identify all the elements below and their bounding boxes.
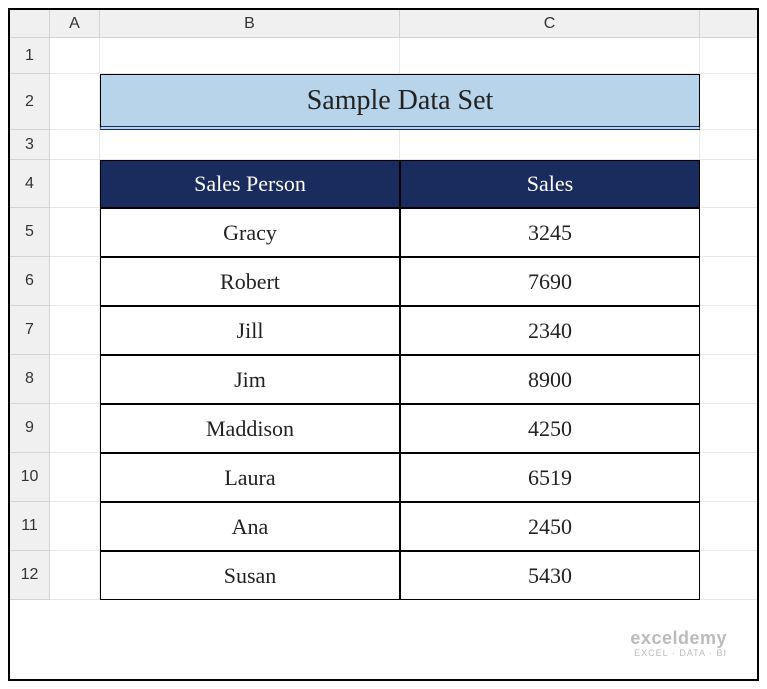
table-row[interactable]: 4250	[400, 404, 700, 453]
cell-A11[interactable]	[50, 502, 100, 551]
row-header-2[interactable]: 2	[10, 74, 50, 130]
cell-A12[interactable]	[50, 551, 100, 600]
cell-A2[interactable]	[50, 74, 100, 130]
row-header-7[interactable]: 7	[10, 306, 50, 355]
table-row[interactable]: 2340	[400, 306, 700, 355]
watermark-subtext: EXCEL · DATA · BI	[630, 649, 727, 659]
cell-A7[interactable]	[50, 306, 100, 355]
cell-D11[interactable]	[700, 502, 759, 551]
cell-A1[interactable]	[50, 38, 100, 74]
cell-A8[interactable]	[50, 355, 100, 404]
table-row[interactable]: 2450	[400, 502, 700, 551]
cell-D7[interactable]	[700, 306, 759, 355]
spreadsheet-grid: A B C 1 2 Sample Data Set 3 4 Sales Pers…	[10, 10, 757, 600]
cell-D4[interactable]	[700, 160, 759, 208]
table-row[interactable]: 6519	[400, 453, 700, 502]
cell-D6[interactable]	[700, 257, 759, 306]
cell-A4[interactable]	[50, 160, 100, 208]
cell-D3[interactable]	[700, 130, 759, 160]
col-header-blank[interactable]	[700, 10, 759, 38]
row-header-12[interactable]: 12	[10, 551, 50, 600]
watermark-text: exceldemy	[630, 629, 727, 649]
table-row[interactable]: 5430	[400, 551, 700, 600]
row-header-11[interactable]: 11	[10, 502, 50, 551]
table-row[interactable]: 8900	[400, 355, 700, 404]
watermark: exceldemy EXCEL · DATA · BI	[630, 629, 727, 659]
cell-D10[interactable]	[700, 453, 759, 502]
cell-D2[interactable]	[700, 74, 759, 130]
table-row[interactable]: Gracy	[100, 208, 400, 257]
cell-D12[interactable]	[700, 551, 759, 600]
cell-A6[interactable]	[50, 257, 100, 306]
cell-D5[interactable]	[700, 208, 759, 257]
row-header-5[interactable]: 5	[10, 208, 50, 257]
col-header-A[interactable]: A	[50, 10, 100, 38]
table-row[interactable]: Maddison	[100, 404, 400, 453]
cell-A9[interactable]	[50, 404, 100, 453]
cell-D8[interactable]	[700, 355, 759, 404]
row-header-3[interactable]: 3	[10, 130, 50, 160]
cell-C3[interactable]	[400, 130, 700, 160]
table-row[interactable]: 7690	[400, 257, 700, 306]
row-header-4[interactable]: 4	[10, 160, 50, 208]
header-sales[interactable]: Sales	[400, 160, 700, 208]
table-row[interactable]: Laura	[100, 453, 400, 502]
row-header-9[interactable]: 9	[10, 404, 50, 453]
cell-B1[interactable]	[100, 38, 400, 74]
row-header-10[interactable]: 10	[10, 453, 50, 502]
header-sales-person[interactable]: Sales Person	[100, 160, 400, 208]
table-row[interactable]: Jim	[100, 355, 400, 404]
col-header-C[interactable]: C	[400, 10, 700, 38]
table-row[interactable]: Ana	[100, 502, 400, 551]
cell-B3[interactable]	[100, 130, 400, 160]
title-cell[interactable]: Sample Data Set	[100, 74, 700, 130]
table-row[interactable]: 3245	[400, 208, 700, 257]
cell-A10[interactable]	[50, 453, 100, 502]
table-row[interactable]: Jill	[100, 306, 400, 355]
col-header-B[interactable]: B	[100, 10, 400, 38]
table-row[interactable]: Robert	[100, 257, 400, 306]
select-all-corner[interactable]	[10, 10, 50, 38]
row-header-6[interactable]: 6	[10, 257, 50, 306]
cell-D1[interactable]	[700, 38, 759, 74]
cell-D9[interactable]	[700, 404, 759, 453]
row-header-8[interactable]: 8	[10, 355, 50, 404]
cell-A3[interactable]	[50, 130, 100, 160]
row-header-1[interactable]: 1	[10, 38, 50, 74]
table-row[interactable]: Susan	[100, 551, 400, 600]
spreadsheet-frame: A B C 1 2 Sample Data Set 3 4 Sales Pers…	[8, 8, 759, 681]
cell-C1[interactable]	[400, 38, 700, 74]
cell-A5[interactable]	[50, 208, 100, 257]
